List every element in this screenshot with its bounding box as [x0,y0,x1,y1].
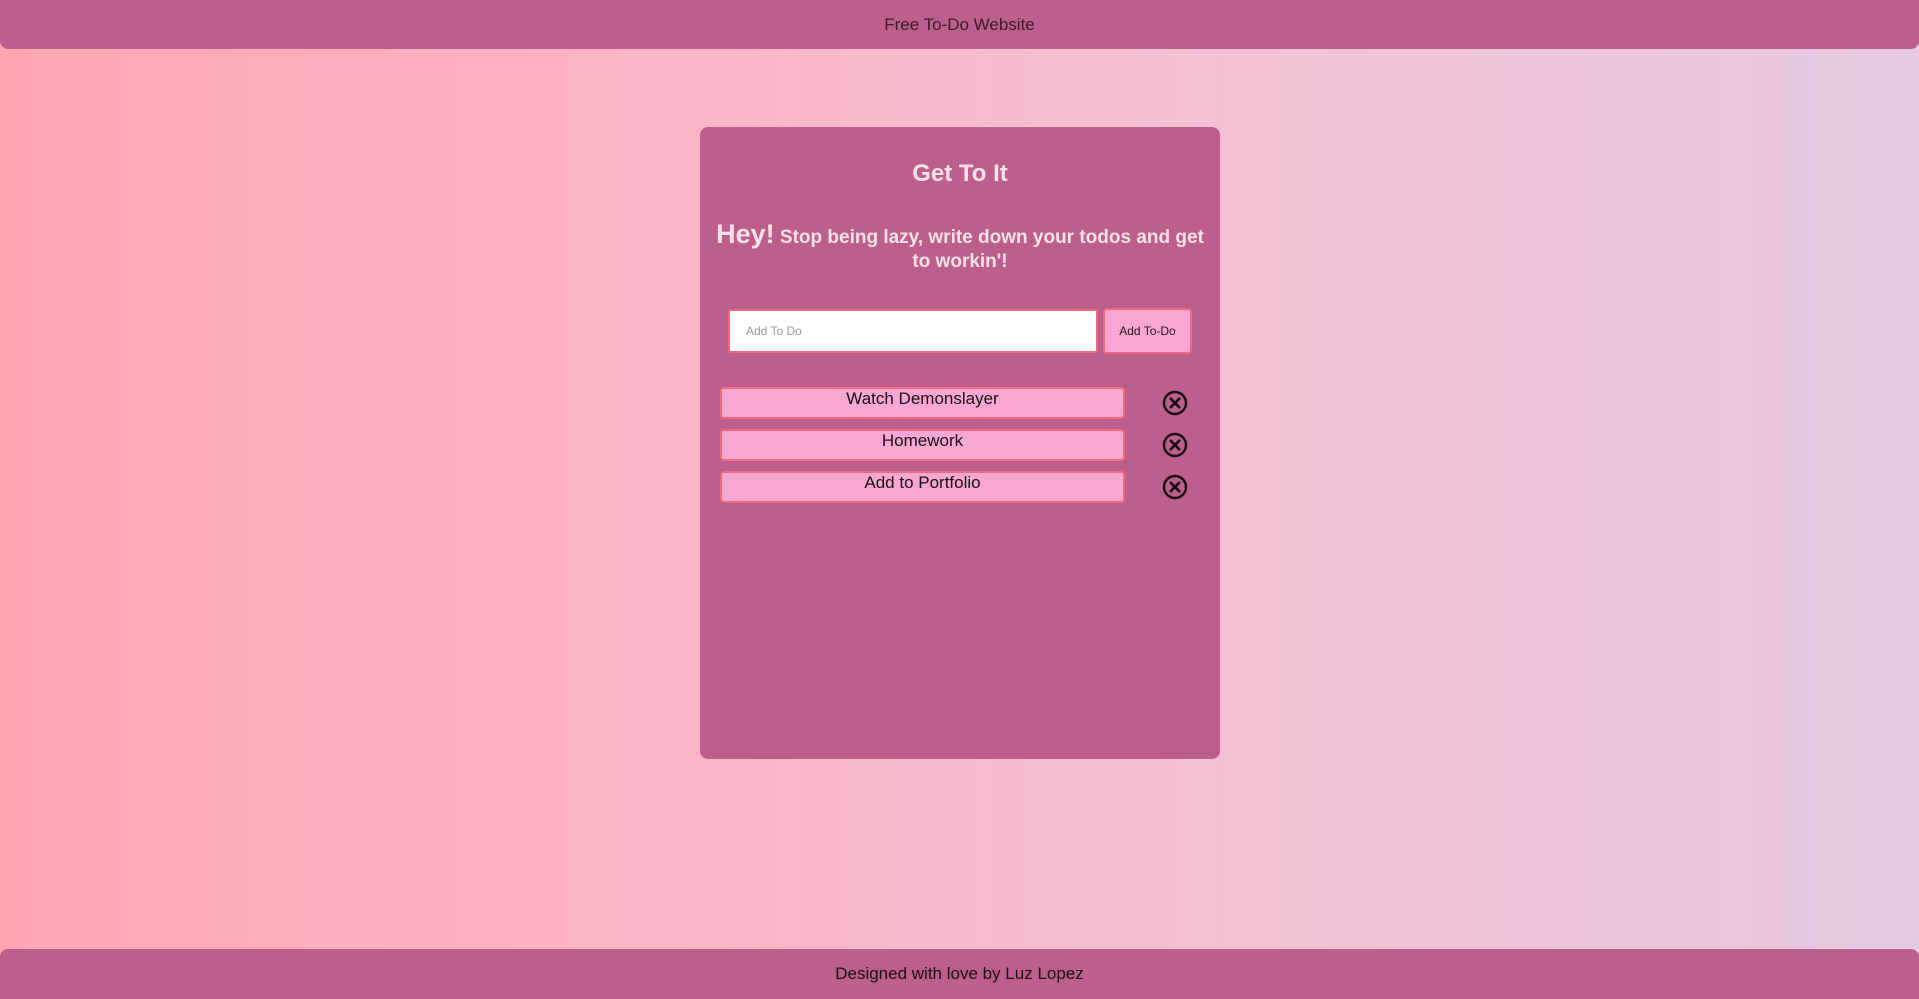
footer-credit: Designed with love by Luz Lopez [835,964,1084,983]
todo-item: Watch Demonslayer [720,387,1210,429]
todo-card: Get To It Hey! Stop being lazy, write do… [700,127,1220,759]
add-todo-input[interactable] [728,309,1098,353]
todo-item-text[interactable]: Watch Demonslayer [720,387,1125,419]
todo-item-text[interactable]: Homework [720,429,1125,461]
close-circle-icon [1162,474,1188,500]
tagline: Hey! Stop being lazy, write down your to… [706,219,1214,274]
todo-item-text[interactable]: Add to Portfolio [720,471,1125,503]
todo-item: Homework [720,429,1210,471]
card-title: Get To It [912,160,1008,187]
close-circle-icon [1162,390,1188,416]
tagline-hey: Hey! [716,219,775,249]
todo-item: Add to Portfolio [720,471,1210,513]
close-circle-icon [1162,432,1188,458]
add-todo-button[interactable]: Add To-Do [1103,308,1192,354]
tagline-text: Stop being lazy, write down your todos a… [779,227,1204,272]
delete-todo-button[interactable] [1162,474,1188,500]
footer: Designed with love by Luz Lopez [0,949,1919,999]
top-bar: Free To-Do Website [0,0,1919,49]
todo-list: Watch Demonslayer Homework Add to Portfo… [720,387,1210,513]
delete-todo-button[interactable] [1162,432,1188,458]
site-title: Free To-Do Website [884,14,1035,34]
delete-todo-button[interactable] [1162,390,1188,416]
